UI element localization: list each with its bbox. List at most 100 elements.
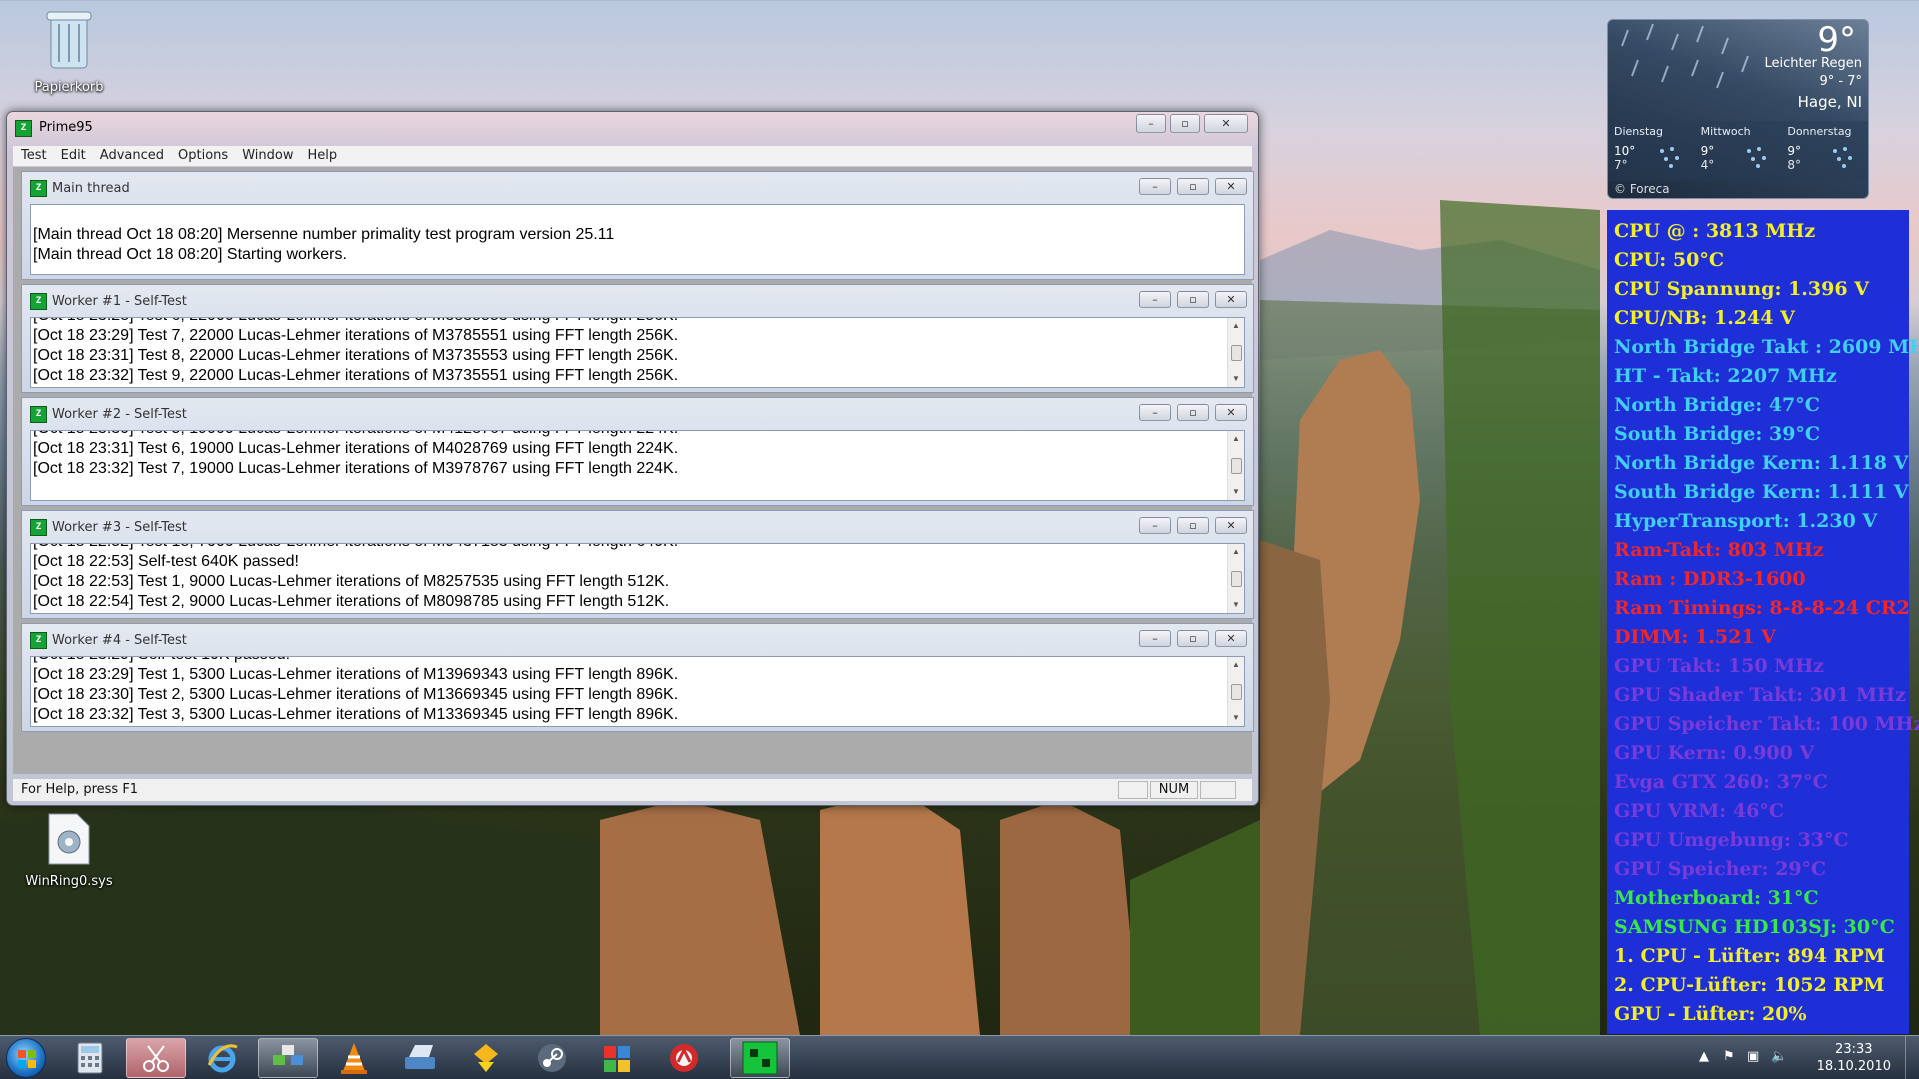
main-thread-window[interactable]: Z Main thread – ▫ ✕ [Main thread Oct 18 … bbox=[21, 171, 1254, 280]
scroll-up-arrow-icon[interactable]: ▲ bbox=[1228, 318, 1244, 334]
forecast-day: Donnerstag 9° 8° bbox=[1781, 121, 1868, 181]
menu-options[interactable]: Options bbox=[178, 146, 228, 166]
worker-4-titlebar[interactable]: Z Worker #4 - Self-Test – ▫ ✕ bbox=[22, 624, 1253, 656]
taskbar-clock[interactable]: 23:33 18.10.2010 bbox=[1817, 1041, 1891, 1075]
child-app-icon[interactable]: Z bbox=[30, 293, 47, 310]
maximize-button[interactable]: ▫ bbox=[1177, 178, 1209, 195]
taskbar-tuneup[interactable] bbox=[588, 1038, 648, 1078]
worker-2-log[interactable]: [Oct 18 23:30] Test 5, 19000 Lucas-Lehme… bbox=[30, 430, 1245, 501]
worker-4-window[interactable]: Z Worker #4 - Self-Test – ▫ ✕ [Oct 18 23… bbox=[21, 623, 1254, 732]
maximize-button[interactable]: ▫ bbox=[1177, 517, 1209, 534]
sensor-reading: CPU Spannung: 1.396 V bbox=[1614, 278, 1869, 300]
minimize-button[interactable]: – bbox=[1139, 404, 1171, 421]
worker-3-titlebar[interactable]: Z Worker #3 - Self-Test – ▫ ✕ bbox=[22, 511, 1253, 543]
calculator-icon bbox=[77, 1042, 103, 1074]
close-button[interactable]: ✕ bbox=[1215, 404, 1247, 421]
menu-edit[interactable]: Edit bbox=[61, 146, 86, 166]
maximize-button[interactable]: ▫ bbox=[1177, 291, 1209, 308]
show-desktop-button[interactable] bbox=[1905, 1036, 1919, 1079]
menu-window[interactable]: Window bbox=[242, 146, 293, 166]
main-thread-titlebar[interactable]: Z Main thread – ▫ ✕ bbox=[22, 172, 1253, 204]
taskbar-prime95[interactable] bbox=[730, 1038, 790, 1078]
worker-1-titlebar[interactable]: Z Worker #1 - Self-Test – ▫ ✕ bbox=[22, 285, 1253, 317]
close-button[interactable]: ✕ bbox=[1204, 114, 1248, 133]
status-bar: For Help, press F1 NUM bbox=[13, 779, 1252, 801]
child-app-icon[interactable]: Z bbox=[30, 632, 47, 649]
volume-icon[interactable]: 🔈 bbox=[1771, 1049, 1787, 1064]
action-center-flag-icon[interactable]: ⚑ bbox=[1723, 1049, 1735, 1064]
scroll-down-arrow-icon[interactable]: ▼ bbox=[1228, 371, 1244, 387]
log-line: [Main thread Oct 18 08:20] Mersenne numb… bbox=[33, 226, 615, 243]
prime95-window[interactable]: Z Prime95 – ▫ ✕ Test Edit Advanced Optio… bbox=[6, 111, 1259, 806]
vertical-scrollbar[interactable]: ▲ ▼ bbox=[1227, 657, 1244, 726]
close-button[interactable]: ✕ bbox=[1215, 178, 1247, 195]
child-app-icon[interactable]: Z bbox=[30, 180, 47, 197]
scroll-up-arrow-icon[interactable]: ▲ bbox=[1228, 431, 1244, 447]
log-line-partial: [Oct 18 23:28] Test 6, 22000 Lucas-Lehme… bbox=[33, 318, 678, 326]
log-line-partial: [Oct 18 23:29] Self-test 10K passed! bbox=[33, 657, 290, 665]
taskbar-vlc[interactable] bbox=[324, 1038, 384, 1078]
worker-2-titlebar[interactable]: Z Worker #2 - Self-Test – ▫ ✕ bbox=[22, 398, 1253, 430]
worker-3-window[interactable]: Z Worker #3 - Self-Test – ▫ ✕ [Oct 18 22… bbox=[21, 510, 1254, 619]
log-line: [Oct 18 23:32] Test 7, 19000 Lucas-Lehme… bbox=[33, 460, 679, 477]
scroll-up-arrow-icon[interactable]: ▲ bbox=[1228, 544, 1244, 560]
minimize-button[interactable]: – bbox=[1139, 630, 1171, 647]
vertical-scrollbar[interactable]: ▲ ▼ bbox=[1227, 318, 1244, 387]
worker-2-title: Worker #2 - Self-Test bbox=[52, 407, 187, 422]
maximize-button[interactable]: ▫ bbox=[1177, 404, 1209, 421]
taskbar-scanner[interactable] bbox=[390, 1038, 450, 1078]
worker-4-log[interactable]: [Oct 18 23:29] Self-test 10K passed! [Oc… bbox=[30, 656, 1245, 727]
minimize-button[interactable]: – bbox=[1139, 178, 1171, 195]
taskbar-steam[interactable] bbox=[522, 1038, 582, 1078]
maximize-button[interactable]: ▫ bbox=[1177, 630, 1209, 647]
minimize-button[interactable]: – bbox=[1136, 114, 1166, 133]
scroll-thumb[interactable] bbox=[1231, 570, 1242, 587]
vertical-scrollbar[interactable]: ▲ ▼ bbox=[1227, 544, 1244, 613]
scroll-thumb[interactable] bbox=[1231, 344, 1242, 361]
minimize-button[interactable]: – bbox=[1139, 291, 1171, 308]
tray-expand-icon[interactable]: ▲ bbox=[1699, 1049, 1709, 1064]
taskbar-yellow-app[interactable] bbox=[456, 1038, 516, 1078]
menu-bar: Test Edit Advanced Options Window Help bbox=[13, 146, 1252, 166]
worker-4-title: Worker #4 - Self-Test bbox=[52, 633, 187, 648]
recycle-bin-icon[interactable]: Papierkorb bbox=[14, 6, 124, 95]
prime95-titlebar[interactable]: Z Prime95 – ▫ ✕ bbox=[7, 112, 1258, 144]
child-app-icon[interactable]: Z bbox=[30, 406, 47, 423]
scroll-thumb[interactable] bbox=[1231, 457, 1242, 474]
menu-test[interactable]: Test bbox=[21, 146, 47, 166]
worker-1-window[interactable]: Z Worker #1 - Self-Test – ▫ ✕ [Oct 18 23… bbox=[21, 284, 1254, 393]
taskbar-red-app[interactable] bbox=[654, 1038, 714, 1078]
prime95-app-icon[interactable]: Z bbox=[15, 120, 32, 137]
taskbar-network-tool[interactable] bbox=[258, 1038, 318, 1078]
scroll-down-arrow-icon[interactable]: ▼ bbox=[1228, 484, 1244, 500]
taskbar-snipping-tool[interactable] bbox=[126, 1038, 186, 1078]
scroll-thumb[interactable] bbox=[1231, 683, 1242, 700]
close-button[interactable]: ✕ bbox=[1215, 517, 1247, 534]
scroll-up-arrow-icon[interactable]: ▲ bbox=[1228, 657, 1244, 673]
weather-gadget[interactable]: 9° Leichter Regen 9° - 7° Hage, NI Diens… bbox=[1607, 19, 1869, 199]
scroll-down-arrow-icon[interactable]: ▼ bbox=[1228, 710, 1244, 726]
trash-icon bbox=[46, 11, 92, 69]
child-app-icon[interactable]: Z bbox=[30, 519, 47, 536]
main-thread-log[interactable]: [Main thread Oct 18 08:20] Mersenne numb… bbox=[30, 204, 1245, 275]
menu-help[interactable]: Help bbox=[307, 146, 337, 166]
sensor-reading: 1. CPU - Lüfter: 894 RPM bbox=[1614, 945, 1885, 967]
close-button[interactable]: ✕ bbox=[1215, 291, 1247, 308]
sensor-reading: North Bridge Kern: 1.118 V bbox=[1614, 452, 1909, 474]
menu-advanced[interactable]: Advanced bbox=[100, 146, 164, 166]
minimize-button[interactable]: – bbox=[1139, 517, 1171, 534]
worker-3-log[interactable]: [Oct 18 22:52] Test 18, 7000 Lucas-Lehme… bbox=[30, 543, 1245, 614]
taskbar-internet-explorer[interactable] bbox=[192, 1038, 252, 1078]
red-circle-icon bbox=[670, 1044, 698, 1072]
maximize-button[interactable]: ▫ bbox=[1170, 114, 1200, 133]
close-button[interactable]: ✕ bbox=[1215, 630, 1247, 647]
worker-1-log[interactable]: [Oct 18 23:28] Test 6, 22000 Lucas-Lehme… bbox=[30, 317, 1245, 388]
network-tray-icon[interactable]: ▣ bbox=[1747, 1049, 1759, 1064]
scroll-down-arrow-icon[interactable]: ▼ bbox=[1228, 597, 1244, 613]
start-button[interactable] bbox=[6, 1038, 46, 1078]
vertical-scrollbar[interactable]: ▲ ▼ bbox=[1227, 431, 1244, 500]
worker-2-window[interactable]: Z Worker #2 - Self-Test – ▫ ✕ [Oct 18 23… bbox=[21, 397, 1254, 506]
winring0-file-icon[interactable]: WinRing0.sys bbox=[14, 812, 124, 889]
log-line: [Oct 18 22:53] Self-test 640K passed! bbox=[33, 553, 299, 570]
taskbar-calculator[interactable] bbox=[60, 1038, 120, 1078]
